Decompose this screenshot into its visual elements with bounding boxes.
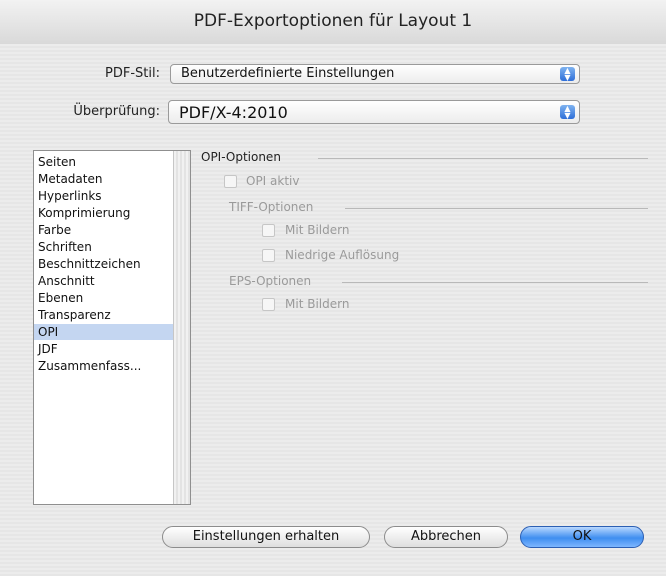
export-dialog: PDF-Exportoptionen für Layout 1 PDF-Stil… (0, 0, 666, 576)
popup-arrows-icon: ▲ ▼ (560, 105, 575, 120)
tiff-options-heading: TIFF-Optionen (229, 200, 314, 214)
divider (318, 158, 648, 159)
tiff-low-res-label: Niedrige Auflösung (285, 248, 400, 262)
pdf-style-value: Benutzerdefinierte Einstellungen (181, 66, 395, 81)
eps-with-images-checkbox[interactable] (262, 298, 275, 311)
cancel-button[interactable]: Abbrechen (384, 526, 508, 548)
tiff-with-images-checkbox[interactable] (262, 224, 275, 237)
list-item-schriften[interactable]: Schriften (34, 239, 174, 255)
standard-select[interactable]: PDF/X-4:2010 ▲ ▼ (168, 100, 580, 124)
list-item-zusammenfassung[interactable]: Zusammenfass... (34, 358, 174, 374)
category-list[interactable]: Seiten Metadaten Hyperlinks Komprimierun… (33, 150, 191, 505)
ok-button[interactable]: OK (520, 526, 644, 548)
list-scrollbar[interactable] (173, 151, 190, 504)
list-item-jdf[interactable]: JDF (34, 341, 174, 357)
opi-active-label: OPI aktiv (246, 174, 300, 188)
list-item-ebenen[interactable]: Ebenen (34, 290, 174, 306)
list-item-transparenz[interactable]: Transparenz (34, 307, 174, 323)
list-item-metadaten[interactable]: Metadaten (34, 171, 174, 187)
list-item-anschnitt[interactable]: Anschnitt (34, 273, 174, 289)
tiff-with-images-label: Mit Bildern (285, 223, 350, 237)
list-item-farbe[interactable]: Farbe (34, 222, 174, 238)
list-item-komprimierung[interactable]: Komprimierung (34, 205, 174, 221)
pdf-style-select[interactable]: Benutzerdefinierte Einstellungen ▲ ▼ (170, 64, 580, 84)
opi-active-checkbox[interactable] (224, 175, 237, 188)
keep-settings-button[interactable]: Einstellungen erhalten (162, 526, 370, 548)
divider (345, 208, 648, 209)
popup-arrows-icon: ▲ ▼ (560, 67, 575, 82)
title-bar: PDF-Exportoptionen für Layout 1 (0, 0, 666, 45)
tiff-low-res-checkbox[interactable] (262, 249, 275, 262)
standard-value: PDF/X-4:2010 (179, 103, 288, 122)
list-item-seiten[interactable]: Seiten (34, 154, 174, 170)
standard-label: Überprüfung: (73, 104, 160, 119)
eps-with-images-label: Mit Bildern (285, 297, 350, 311)
eps-options-heading: EPS-Optionen (229, 274, 312, 288)
list-item-beschnittzeichen[interactable]: Beschnittzeichen (34, 256, 174, 272)
list-item-opi[interactable]: OPI (34, 324, 174, 340)
list-item-hyperlinks[interactable]: Hyperlinks (34, 188, 174, 204)
divider (342, 282, 648, 283)
window-title: PDF-Exportoptionen für Layout 1 (193, 11, 473, 31)
pdf-style-label: PDF-Stil: (105, 66, 160, 81)
opi-options-heading: OPI-Optionen (201, 150, 281, 164)
